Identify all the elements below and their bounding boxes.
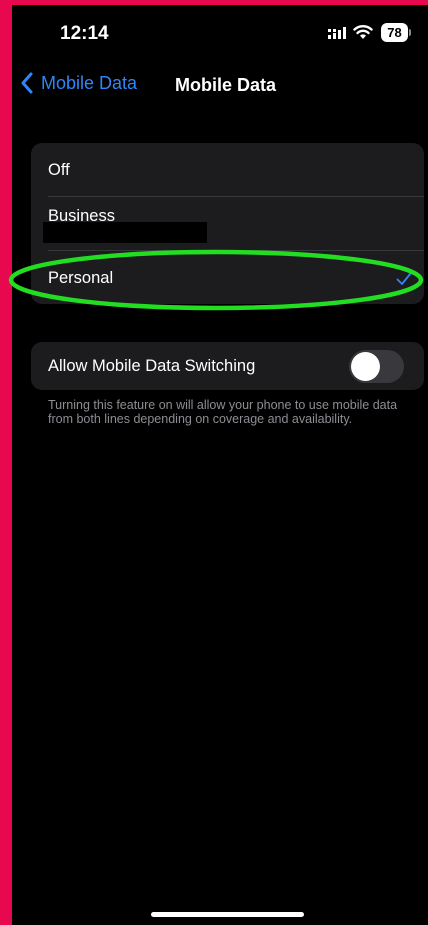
signal-icon — [328, 27, 346, 39]
battery-nub — [409, 29, 411, 36]
battery-level: 78 — [381, 23, 408, 42]
wifi-icon — [353, 25, 373, 39]
page-title: Mobile Data — [175, 75, 277, 95]
option-off[interactable]: Off — [31, 143, 424, 196]
chevron-left-icon — [21, 72, 33, 94]
navigation-bar: Mobile Data Mobile Data — [12, 63, 428, 103]
status-bar: 12:14 78 — [12, 5, 428, 55]
redaction-bar — [43, 222, 207, 243]
back-button[interactable]: Mobile Data — [20, 69, 137, 97]
battery-icon: 78 — [381, 23, 411, 42]
status-time: 12:14 — [60, 23, 109, 44]
data-switching-label: Allow Mobile Data Switching — [48, 357, 256, 375]
option-personal[interactable]: Personal — [31, 251, 424, 304]
home-indicator[interactable] — [151, 912, 304, 917]
option-label: Off — [48, 161, 70, 179]
toggle-knob — [351, 352, 380, 381]
phone-screen: 12:14 78 Mobile Data Mobile Data Off Bus… — [12, 5, 428, 925]
checkmark-icon — [396, 272, 412, 285]
option-label: Personal — [48, 269, 114, 287]
data-switching-footnote: Turning this feature on will allow your … — [48, 398, 398, 426]
line-selection-list: Off Business Personal — [31, 143, 424, 304]
data-switching-toggle[interactable] — [349, 350, 404, 383]
back-label: Mobile Data — [41, 72, 138, 93]
data-switching-row: Allow Mobile Data Switching — [31, 342, 424, 390]
